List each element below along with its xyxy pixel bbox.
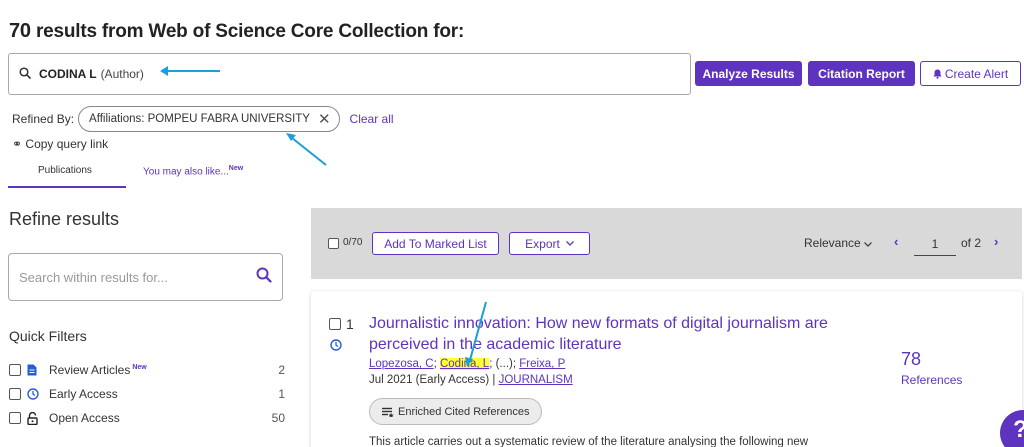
search-icon[interactable] bbox=[256, 267, 272, 288]
copy-query-link-label: Copy query link bbox=[25, 137, 109, 151]
annotation-arrow-icon bbox=[465, 301, 487, 367]
analyze-results-button[interactable]: Analyze Results bbox=[695, 61, 802, 86]
filter-label: Review Articles bbox=[49, 363, 131, 377]
quick-filter-review-articles[interactable]: Review Articles New 2 bbox=[9, 361, 285, 379]
active-tab-underline bbox=[8, 186, 126, 188]
search-icon bbox=[19, 66, 31, 82]
page-title: 70 results from Web of Science Core Coll… bbox=[9, 20, 464, 43]
new-badge: New bbox=[228, 165, 244, 172]
clear-all-link[interactable]: Clear all bbox=[350, 112, 394, 126]
tab-you-may-also-like[interactable]: You may also like...New bbox=[143, 165, 243, 177]
selected-count: 0/70 bbox=[343, 237, 363, 248]
page-total: of 2 bbox=[961, 236, 982, 250]
sort-dropdown[interactable]: Relevance bbox=[804, 236, 872, 250]
affiliation-filter-chip[interactable]: Affiliations: POMPEU FABRA UNIVERSITY ✕ bbox=[78, 106, 340, 132]
export-label: Export bbox=[525, 236, 560, 251]
annotation-arrow-icon bbox=[160, 66, 220, 76]
filter-checkbox[interactable] bbox=[9, 412, 21, 424]
filter-checkbox[interactable] bbox=[9, 388, 21, 400]
search-within-box[interactable] bbox=[8, 253, 283, 301]
filter-label: Open Access bbox=[49, 411, 120, 425]
chevron-down-icon bbox=[864, 236, 872, 250]
filter-count: 1 bbox=[278, 387, 285, 401]
citation-report-button[interactable]: Citation Report bbox=[808, 61, 915, 86]
references-label[interactable]: References bbox=[901, 373, 962, 387]
list-icon bbox=[382, 407, 394, 417]
result-meta: Jul 2021 (Early Access) | JOURNALISM bbox=[369, 374, 573, 386]
select-all-checkbox[interactable] bbox=[328, 238, 339, 249]
results-title-text: results from Web of Science Core Collect… bbox=[30, 21, 465, 42]
copy-query-link[interactable]: ⚭ Copy query link bbox=[12, 137, 108, 151]
tab-also-like-label: You may also like... bbox=[143, 166, 229, 178]
citation-report-label: Citation Report bbox=[818, 66, 905, 81]
document-icon bbox=[27, 364, 41, 376]
result-tabs: Publications You may also like...New bbox=[8, 160, 268, 188]
result-abstract: This article carries out a systematic re… bbox=[369, 436, 809, 447]
filter-count: 2 bbox=[278, 363, 285, 377]
affiliation-chip-label: Affiliations: POMPEU FABRA UNIVERSITY bbox=[89, 113, 310, 125]
authors-ellipsis: (...) bbox=[495, 358, 513, 370]
sort-label: Relevance bbox=[804, 236, 861, 250]
unlock-icon bbox=[27, 411, 41, 425]
result-index: 1 bbox=[346, 316, 354, 332]
filter-label: Early Access bbox=[49, 387, 118, 401]
close-icon[interactable]: ✕ bbox=[318, 110, 331, 128]
quick-filter-early-access[interactable]: Early Access 1 bbox=[9, 385, 285, 403]
result-title-link[interactable]: Journalistic innovation: How new formats… bbox=[369, 313, 849, 355]
tab-publications[interactable]: Publications bbox=[38, 165, 92, 176]
results-toolbar: 0/70 Add To Marked List Export Relevance… bbox=[311, 208, 1022, 279]
link-icon: ⚭ bbox=[12, 137, 23, 151]
refined-by-row: Refined By: Affiliations: POMPEU FABRA U… bbox=[12, 104, 394, 134]
bell-icon bbox=[933, 69, 942, 79]
next-page-icon[interactable]: › bbox=[994, 234, 998, 249]
add-marked-label: Add To Marked List bbox=[384, 236, 487, 251]
result-checkbox[interactable] bbox=[329, 318, 341, 330]
results-count: 70 bbox=[9, 20, 31, 42]
quick-filter-open-access[interactable]: Open Access 50 bbox=[9, 409, 285, 427]
help-icon: ? bbox=[1013, 416, 1024, 443]
result-card: 1 Journalistic innovation: How new forma… bbox=[311, 291, 1022, 447]
author-link[interactable]: Lopezosa, C bbox=[369, 358, 434, 370]
new-badge: New bbox=[132, 364, 147, 371]
chevron-down-icon bbox=[565, 241, 574, 246]
refined-by-label: Refined By: bbox=[12, 112, 75, 126]
query-field: (Author) bbox=[100, 67, 144, 81]
clock-icon bbox=[330, 338, 342, 356]
refine-results-heading: Refine results bbox=[9, 209, 120, 229]
page-number-input[interactable]: 1 bbox=[914, 232, 956, 256]
export-button[interactable]: Export bbox=[509, 232, 590, 255]
journal-link[interactable]: JOURNALISM bbox=[499, 374, 573, 386]
add-to-marked-list-button[interactable]: Add To Marked List bbox=[372, 232, 499, 255]
query-term: CODINA L bbox=[39, 67, 97, 81]
search-within-input[interactable] bbox=[19, 269, 256, 285]
filter-checkbox[interactable] bbox=[9, 364, 21, 376]
create-alert-label: Create Alert bbox=[944, 66, 1009, 81]
annotation-arrow-icon bbox=[286, 133, 327, 166]
enriched-label: Enriched Cited References bbox=[398, 405, 530, 418]
result-date: Jul 2021 (Early Access) bbox=[369, 374, 490, 386]
create-alert-button[interactable]: Create Alert bbox=[920, 61, 1021, 86]
clock-icon bbox=[27, 388, 41, 400]
previous-page-icon[interactable]: ‹ bbox=[894, 234, 898, 249]
references-count[interactable]: 78 bbox=[901, 349, 921, 370]
quick-filters-heading: Quick Filters bbox=[9, 328, 87, 344]
filter-count: 50 bbox=[271, 411, 285, 425]
author-link[interactable]: Freixa, P bbox=[519, 358, 565, 370]
query-box[interactable]: CODINA L (Author) bbox=[8, 53, 691, 95]
enriched-cited-references-button[interactable]: Enriched Cited References bbox=[369, 398, 543, 425]
analyze-results-label: Analyze Results bbox=[702, 66, 795, 81]
